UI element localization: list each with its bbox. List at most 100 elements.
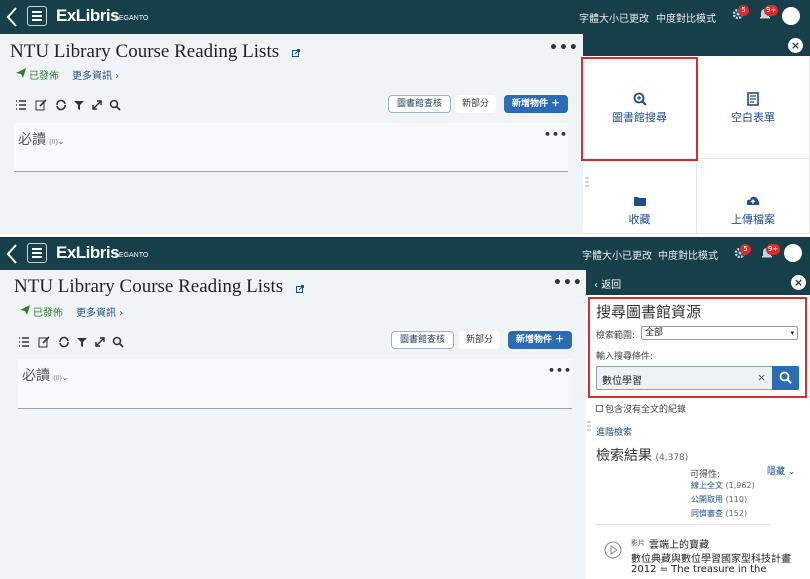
refresh-icon[interactable] bbox=[55, 99, 67, 111]
section-card: 必讀 (0)⌄ ••• bbox=[14, 123, 568, 172]
published-status: 已發佈 bbox=[33, 308, 63, 319]
fulltext-checkbox-label: 包含沒有全文的紀錄 bbox=[605, 405, 687, 415]
edit-icon[interactable] bbox=[38, 336, 50, 348]
list-view-icon[interactable] bbox=[15, 99, 27, 111]
facet-peer-reviewed[interactable]: 同儕審查 (152) bbox=[691, 508, 747, 519]
video-play-icon bbox=[604, 541, 622, 559]
more-info-label: 更多資訊 bbox=[76, 308, 116, 319]
hamburger-menu-icon[interactable] bbox=[27, 243, 47, 263]
top-navigation-bar: ExLibris LEGANTO 字體大小已更改 中度對比模式 5 9+ bbox=[0, 0, 810, 34]
results-heading: 檢索結果 (4,378) bbox=[596, 445, 688, 465]
reading-list-main: NTU Library Course Reading Lists ••• 已發佈… bbox=[0, 270, 586, 579]
facet-count: (110) bbox=[725, 495, 748, 504]
facet-count: (152) bbox=[725, 509, 748, 518]
library-check-button[interactable]: 圖書館查核 bbox=[391, 331, 455, 349]
results-divider bbox=[596, 524, 770, 525]
blank-form-tile[interactable]: 空白表單 bbox=[697, 56, 810, 159]
edit-icon[interactable] bbox=[35, 99, 47, 111]
collections-label: 收藏 bbox=[628, 213, 651, 226]
refresh-icon[interactable] bbox=[58, 336, 70, 348]
reading-list-main: NTU Library Course Reading Lists ••• 已發佈… bbox=[0, 34, 583, 234]
bottom-screenshot: ExLibris LEGANTO 字體大小已更改 中度對比模式 5 9+ NTU… bbox=[0, 237, 810, 579]
section-options-icon[interactable]: ••• bbox=[544, 128, 568, 141]
facet-count: (1,962) bbox=[725, 481, 755, 490]
new-section-button[interactable]: 新部分 bbox=[459, 331, 501, 349]
search-icon[interactable] bbox=[112, 336, 124, 348]
availability-label: 可得性: bbox=[690, 470, 721, 480]
back-arrow-icon[interactable] bbox=[4, 6, 20, 28]
add-item-button[interactable]: 新增物件 ＋ bbox=[504, 95, 569, 113]
library-check-button[interactable]: 圖書館查核 bbox=[388, 95, 452, 113]
result-title-line3[interactable]: 2012 = The treasure in the bbox=[631, 564, 767, 575]
list-view-icon[interactable] bbox=[18, 336, 30, 348]
add-item-menu-panel: × 圖書館搜尋 空白表單 收藏 上傳檔案 bbox=[581, 34, 810, 234]
filter-icon[interactable] bbox=[73, 99, 85, 111]
highlight-box bbox=[588, 297, 807, 398]
facet-open-access[interactable]: 公開取用 (110) bbox=[691, 494, 747, 505]
more-info-link[interactable]: 更多資訊 › bbox=[76, 304, 123, 319]
cloud-upload-icon bbox=[746, 196, 760, 205]
back-link[interactable]: ‹ 返回 bbox=[594, 276, 621, 291]
filter-icon[interactable] bbox=[76, 336, 88, 348]
section-title[interactable]: 必讀 (0)⌄ bbox=[18, 129, 64, 149]
font-size-link[interactable]: 字體大小已更改 bbox=[582, 247, 652, 262]
user-avatar[interactable] bbox=[784, 244, 802, 262]
search-panel-header: ‹ 返回 × bbox=[586, 270, 810, 295]
settings-badge: 5 bbox=[740, 244, 751, 255]
section-title[interactable]: 必讀 (0)⌄ bbox=[22, 365, 68, 385]
notification-badge: 9+ bbox=[766, 244, 781, 255]
add-item-label: 新增物件 bbox=[512, 99, 549, 109]
fulltext-checkbox[interactable] bbox=[596, 405, 603, 412]
contrast-mode-link[interactable]: 中度對比模式 bbox=[658, 247, 718, 262]
add-item-label: 新增物件 bbox=[516, 335, 553, 345]
section-count: (0) bbox=[53, 374, 62, 382]
library-search-panel: ‹ 返回 × 搜尋圖書館資源 檢索範圍: 全部 ▾ 輸入搜尋條件: 數位學習 × … bbox=[586, 270, 810, 579]
notification-badge: 9+ bbox=[764, 5, 779, 16]
published-status: 已發佈 bbox=[29, 71, 59, 82]
close-icon[interactable]: × bbox=[791, 275, 806, 290]
add-item-menu-header: × bbox=[583, 34, 810, 56]
leganto-label: LEGANTO bbox=[115, 15, 149, 22]
list-title: NTU Library Course Reading Lists bbox=[14, 276, 284, 297]
leganto-label: LEGANTO bbox=[115, 252, 149, 259]
result-title-line2[interactable]: 數位典藏與數位學習國家型科技計畫 bbox=[631, 550, 791, 565]
results-label: 檢索結果 bbox=[596, 449, 652, 464]
search-icon[interactable] bbox=[109, 99, 121, 111]
font-size-link[interactable]: 字體大小已更改 bbox=[579, 10, 649, 25]
exlibris-logo: ExLibris bbox=[56, 243, 120, 262]
external-link-icon[interactable] bbox=[296, 285, 304, 293]
advanced-search-link[interactable]: 進階檢索 bbox=[596, 425, 632, 438]
facet-online-fulltext[interactable]: 線上全文 (1,962) bbox=[691, 480, 755, 491]
form-document-icon bbox=[747, 92, 759, 106]
published-plane-icon bbox=[16, 68, 26, 78]
results-count: (4,378) bbox=[655, 453, 689, 463]
back-arrow-icon[interactable] bbox=[4, 243, 20, 265]
section-title-text: 必讀 bbox=[22, 369, 50, 384]
user-avatar[interactable] bbox=[782, 7, 800, 25]
folder-icon bbox=[633, 197, 646, 206]
more-options-icon[interactable]: ••• bbox=[553, 275, 583, 291]
drag-handle-icon[interactable] bbox=[587, 420, 591, 432]
highlight-box bbox=[581, 57, 698, 161]
section-options-icon[interactable]: ••• bbox=[548, 364, 572, 377]
collections-tile[interactable]: 收藏 bbox=[583, 159, 697, 234]
more-info-link[interactable]: 更多資訊 › bbox=[72, 67, 119, 82]
new-section-button[interactable]: 新部分 bbox=[455, 95, 497, 113]
exlibris-logo: ExLibris bbox=[56, 6, 120, 25]
more-options-icon[interactable]: ••• bbox=[549, 40, 579, 56]
result-title-line1[interactable]: 雲端上的寶藏 bbox=[649, 536, 709, 551]
collapse-icon[interactable] bbox=[91, 99, 103, 111]
result-type: 影片 bbox=[631, 539, 645, 547]
hamburger-menu-icon[interactable] bbox=[27, 6, 47, 26]
hide-facets-label: 隱藏 bbox=[767, 467, 786, 477]
add-item-button[interactable]: 新增物件 ＋ bbox=[508, 331, 573, 349]
upload-file-tile[interactable]: 上傳檔案 bbox=[697, 159, 810, 234]
external-link-icon[interactable] bbox=[292, 49, 300, 57]
collapse-icon[interactable] bbox=[94, 336, 106, 348]
close-icon[interactable]: × bbox=[788, 38, 803, 53]
hide-facets-link[interactable]: 隱藏 ⌄ bbox=[767, 464, 795, 477]
drag-handle-icon[interactable] bbox=[585, 176, 589, 188]
blank-form-label: 空白表單 bbox=[731, 111, 775, 124]
contrast-mode-link[interactable]: 中度對比模式 bbox=[656, 10, 716, 25]
published-plane-icon bbox=[20, 305, 30, 315]
